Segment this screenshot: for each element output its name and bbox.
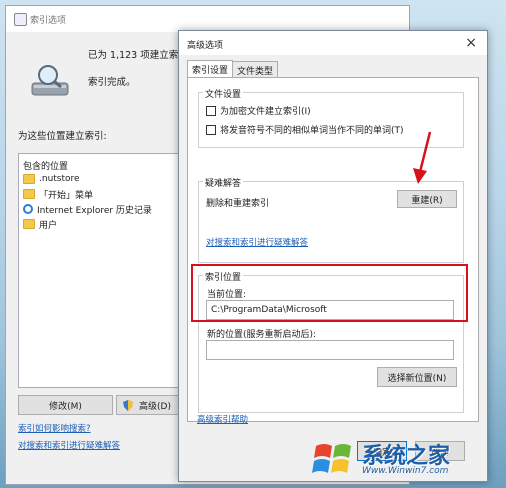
index-settings-panel: 文件设置 为加密文件建立索引(I) 将发音符号不同的相似单词当作不同的单词(T)… [187, 77, 479, 422]
watermark-url: Www.Winwin7.com [362, 466, 449, 476]
troubleshooting-group: 疑难解答 删除和重建索引 重建(R) 对搜索和索引进行疑难解答 [198, 176, 464, 263]
list-item[interactable]: 用户 [23, 217, 57, 231]
locations-label: 为这些位置建立索引: [18, 131, 107, 142]
folder-icon [23, 189, 35, 199]
rebuild-button[interactable]: 重建(R) [397, 190, 457, 208]
red-arrow-icon [413, 131, 432, 184]
encrypt-checkbox[interactable] [206, 105, 216, 116]
modify-button[interactable]: 修改(M) [18, 395, 113, 415]
list-item[interactable]: .nutstore [23, 172, 80, 186]
diacritics-checkbox-row[interactable]: 将发音符号不同的相似单词当作不同的单词(T) [206, 123, 404, 136]
location-label: 用户 [39, 220, 58, 231]
location-label: .nutstore [39, 174, 80, 184]
diacritics-checkbox[interactable] [206, 124, 216, 135]
encrypt-label: 为加密文件建立索引(I) [220, 107, 311, 117]
index-count: 已为 1,123 项建立索引 [88, 50, 188, 61]
rebuild-text: 删除和重建索引 [206, 199, 270, 209]
list-item[interactable]: 「开始」菜单 [23, 187, 93, 201]
watermark: 系统之家 Www.Winwin7.com [302, 432, 502, 484]
highlight-box [191, 264, 468, 322]
magnifier-drive-icon [31, 65, 69, 96]
folder-icon [23, 219, 35, 229]
window-title: 索引选项 [30, 16, 67, 26]
advanced-help-link[interactable]: 高级索引帮助 [197, 413, 248, 425]
new-location-field[interactable] [206, 340, 454, 360]
how-index-link[interactable]: 索引如何影响搜索? [18, 422, 91, 434]
locations-header: 包含的位置 [23, 162, 69, 172]
diacritics-label: 将发音符号不同的相似单词当作不同的单词(T) [220, 126, 404, 136]
windows-logo-icon [312, 444, 351, 473]
close-icon[interactable]: × [465, 35, 477, 51]
indexing-icon [14, 13, 27, 26]
advanced-button-label: 高级(D) [139, 401, 171, 412]
tab-file-types[interactable]: 文件类型 [232, 61, 279, 78]
troubleshoot-link[interactable]: 对搜索和索引进行疑难解答 [18, 439, 120, 451]
location-label: Internet Explorer 历史记录 [37, 205, 152, 216]
troubleshooting-title: 疑难解答 [203, 176, 244, 189]
index-status: 索引完成。 [88, 77, 136, 88]
tab-strip: 索引设置 文件类型 [187, 60, 279, 78]
encrypt-checkbox-row[interactable]: 为加密文件建立索引(I) [206, 104, 311, 117]
dialog-title: 高级选项 [187, 41, 224, 51]
shield-icon [123, 400, 133, 411]
title-bar: 索引选项 [6, 6, 409, 32]
ie-icon [23, 204, 33, 214]
file-settings-title: 文件设置 [203, 87, 244, 100]
folder-icon [23, 174, 35, 184]
advanced-button[interactable]: 高级(D) [116, 395, 186, 415]
location-label: 「开始」菜单 [39, 190, 94, 201]
locations-list[interactable]: 包含的位置 .nutstore 「开始」菜单 Internet Explorer… [18, 153, 184, 388]
select-new-location-button[interactable]: 选择新位置(N) [377, 367, 457, 387]
list-item[interactable]: Internet Explorer 历史记录 [23, 202, 152, 216]
new-location-label: 新的位置(服务重新启动后): [207, 330, 317, 340]
troubleshoot-link[interactable]: 对搜索和索引进行疑难解答 [206, 236, 308, 248]
advanced-options-dialog: 高级选项 × 索引设置 文件类型 文件设置 为加密文件建立索引(I) 将发音符号… [178, 30, 488, 482]
tab-index-settings[interactable]: 索引设置 [187, 60, 234, 77]
title-bar: 高级选项 × [179, 31, 487, 55]
